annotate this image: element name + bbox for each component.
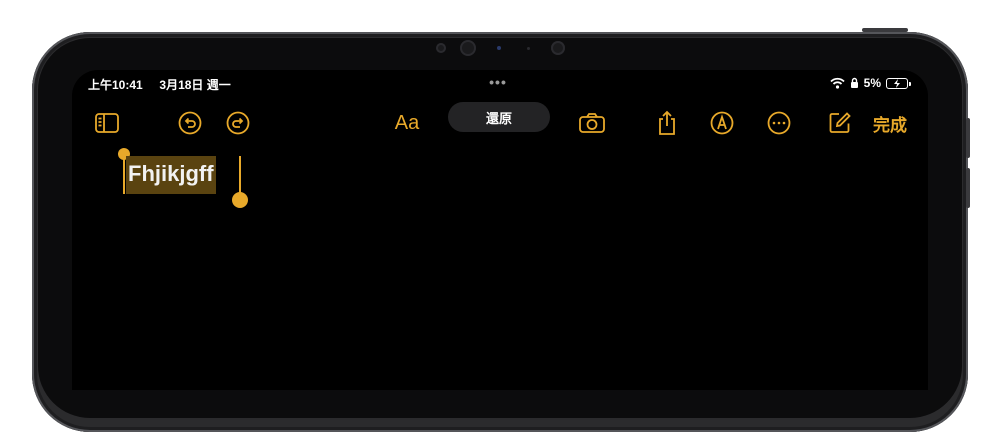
front-camera-icon (460, 40, 476, 56)
status-date: 3月18日 週一 (159, 78, 231, 92)
status-time: 上午10:41 (88, 78, 143, 92)
wifi-icon (830, 77, 845, 89)
done-button[interactable]: 完成 (870, 108, 910, 138)
status-left: 上午10:41 3月18日 週一 (88, 76, 231, 93)
volume-up-button (966, 118, 970, 158)
share-icon (659, 110, 675, 135)
sidebar-button[interactable] (90, 108, 124, 138)
selection-end-bar (239, 156, 241, 196)
selection-end-handle[interactable] (232, 192, 248, 208)
more-button[interactable] (764, 108, 794, 138)
compose-icon (829, 112, 851, 133)
sensor-dot (436, 43, 446, 53)
status-right: 5% (830, 76, 911, 90)
undo-toast: 還原 (448, 102, 550, 132)
sensor-dot-small (527, 47, 530, 50)
markup-button[interactable] (707, 108, 737, 138)
more-icon (767, 111, 791, 135)
camera-button[interactable] (576, 108, 608, 138)
undo-icon (178, 111, 202, 135)
sensor-dot-right (551, 41, 565, 55)
lock-rotation-icon (850, 77, 858, 88)
compose-button[interactable] (825, 108, 855, 138)
camera-indicator (497, 46, 501, 50)
volume-down-button (966, 168, 970, 208)
share-button[interactable] (652, 108, 682, 138)
redo-icon (226, 111, 250, 135)
sidebar-icon (95, 113, 119, 133)
top-button (862, 28, 908, 32)
markup-icon (710, 111, 734, 135)
status-bar: 上午10:41 3月18日 週一 ••• 5% (88, 74, 911, 94)
selected-note-text[interactable]: Fhjikjgff (126, 156, 216, 194)
screen: 上午10:41 3月18日 週一 ••• 5% Aa 完成 還原 Fhjikjg… (72, 70, 928, 390)
battery-charging-icon (886, 77, 911, 89)
selection-start-bar (123, 156, 125, 194)
undo-button[interactable] (175, 108, 205, 138)
camera-icon (579, 113, 605, 133)
battery-percent: 5% (863, 76, 881, 90)
redo-button[interactable] (223, 108, 253, 138)
multitasking-dots[interactable]: ••• (489, 74, 507, 90)
format-button[interactable]: Aa (390, 108, 424, 138)
